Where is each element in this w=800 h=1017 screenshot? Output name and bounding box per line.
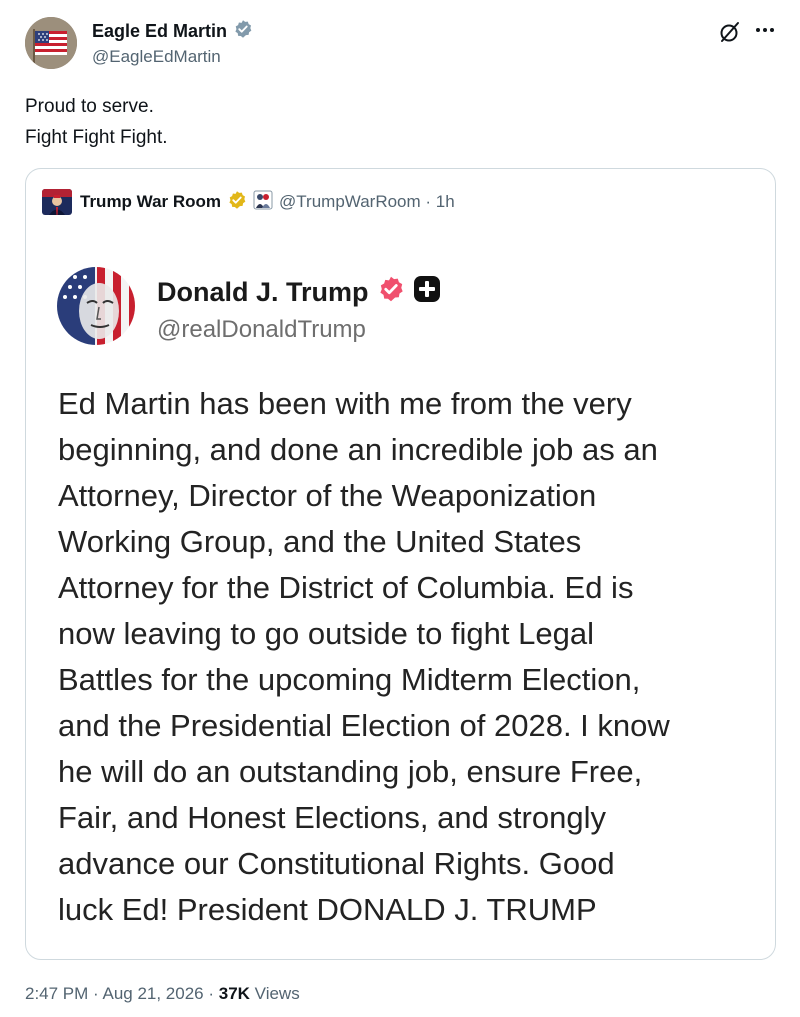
embedded-author-name-text: Donald J. Trump xyxy=(157,277,369,307)
tweet-text: Proud to serve. Fight Fight Fight. xyxy=(25,91,168,153)
embedded-text-line: he will do an outstanding job, ensure Fr… xyxy=(58,754,643,789)
embedded-text-line: Ed Martin has been with me from the very xyxy=(58,386,632,421)
embedded-avatar xyxy=(57,267,135,345)
tweet-text-line: Proud to serve. xyxy=(25,96,154,117)
embedded-text-line: Fair, and Honest Elections, and strongly xyxy=(58,800,606,835)
tweet-text-line: Fight Fight Fight. xyxy=(25,127,168,148)
embedded-text-line: advance our Constitutional Rights. Good xyxy=(58,846,615,881)
embedded-author-handle: @realDonaldTrump xyxy=(157,316,366,343)
affiliate-badge-icon xyxy=(253,190,273,215)
embedded-text-line: Attorney, Director of the Weaponization xyxy=(58,478,597,513)
truth-social-plus-icon xyxy=(413,275,441,310)
verified-badge-icon xyxy=(233,19,253,44)
views-label: Views xyxy=(249,984,300,1003)
pink-verified-badge-icon xyxy=(377,275,405,310)
more-options-icon[interactable] xyxy=(752,18,778,42)
post-date[interactable]: Aug 21, 2026 xyxy=(102,984,203,1003)
quoted-handle-time[interactable]: @TrumpWarRoom · 1h xyxy=(279,192,455,212)
meta-separator: · xyxy=(203,984,219,1003)
avatar[interactable] xyxy=(25,17,77,69)
quoted-tweet-card[interactable]: Trump War Room @TrumpWarRoom · 1h Donald… xyxy=(25,168,776,960)
tweet: Eagle Ed Martin @EagleEdMartin Proud to … xyxy=(0,0,800,1017)
views-count[interactable]: 37K xyxy=(219,984,250,1003)
quoted-tweet-header: Trump War Room @TrumpWarRoom · 1h xyxy=(42,189,455,215)
embedded-text-line: now leaving to go outside to fight Legal xyxy=(58,616,594,651)
meta-separator: · xyxy=(88,984,103,1003)
author-name-text[interactable]: Eagle Ed Martin xyxy=(92,21,227,42)
author-handle[interactable]: @EagleEdMartin xyxy=(92,47,221,67)
post-time[interactable]: 2:47 PM xyxy=(25,984,88,1003)
tweet-metadata: 2:47 PM · Aug 21, 2026 · 37K Views xyxy=(25,984,300,1004)
quoted-author-name[interactable]: Trump War Room xyxy=(80,192,221,212)
embedded-text-line: Battles for the upcoming Midterm Electio… xyxy=(58,662,641,697)
embedded-text-line: Working Group, and the United States xyxy=(58,524,582,559)
author-name[interactable]: Eagle Ed Martin xyxy=(92,19,253,44)
gold-verified-badge-icon xyxy=(227,190,247,215)
embedded-text-line: beginning, and done an incredible job as… xyxy=(58,432,658,467)
embedded-text-line: and the Presidential Election of 2028. I… xyxy=(58,708,670,743)
embedded-author-name: Donald J. Trump xyxy=(157,275,441,310)
quoted-avatar[interactable] xyxy=(42,189,72,215)
embedded-text-line: luck Ed! President DONALD J. TRUMP xyxy=(58,892,597,927)
embedded-text-line: Attorney for the District of Columbia. E… xyxy=(58,570,634,605)
grok-icon[interactable] xyxy=(718,20,742,44)
embedded-post-text: Ed Martin has been with me from the very… xyxy=(58,381,670,933)
